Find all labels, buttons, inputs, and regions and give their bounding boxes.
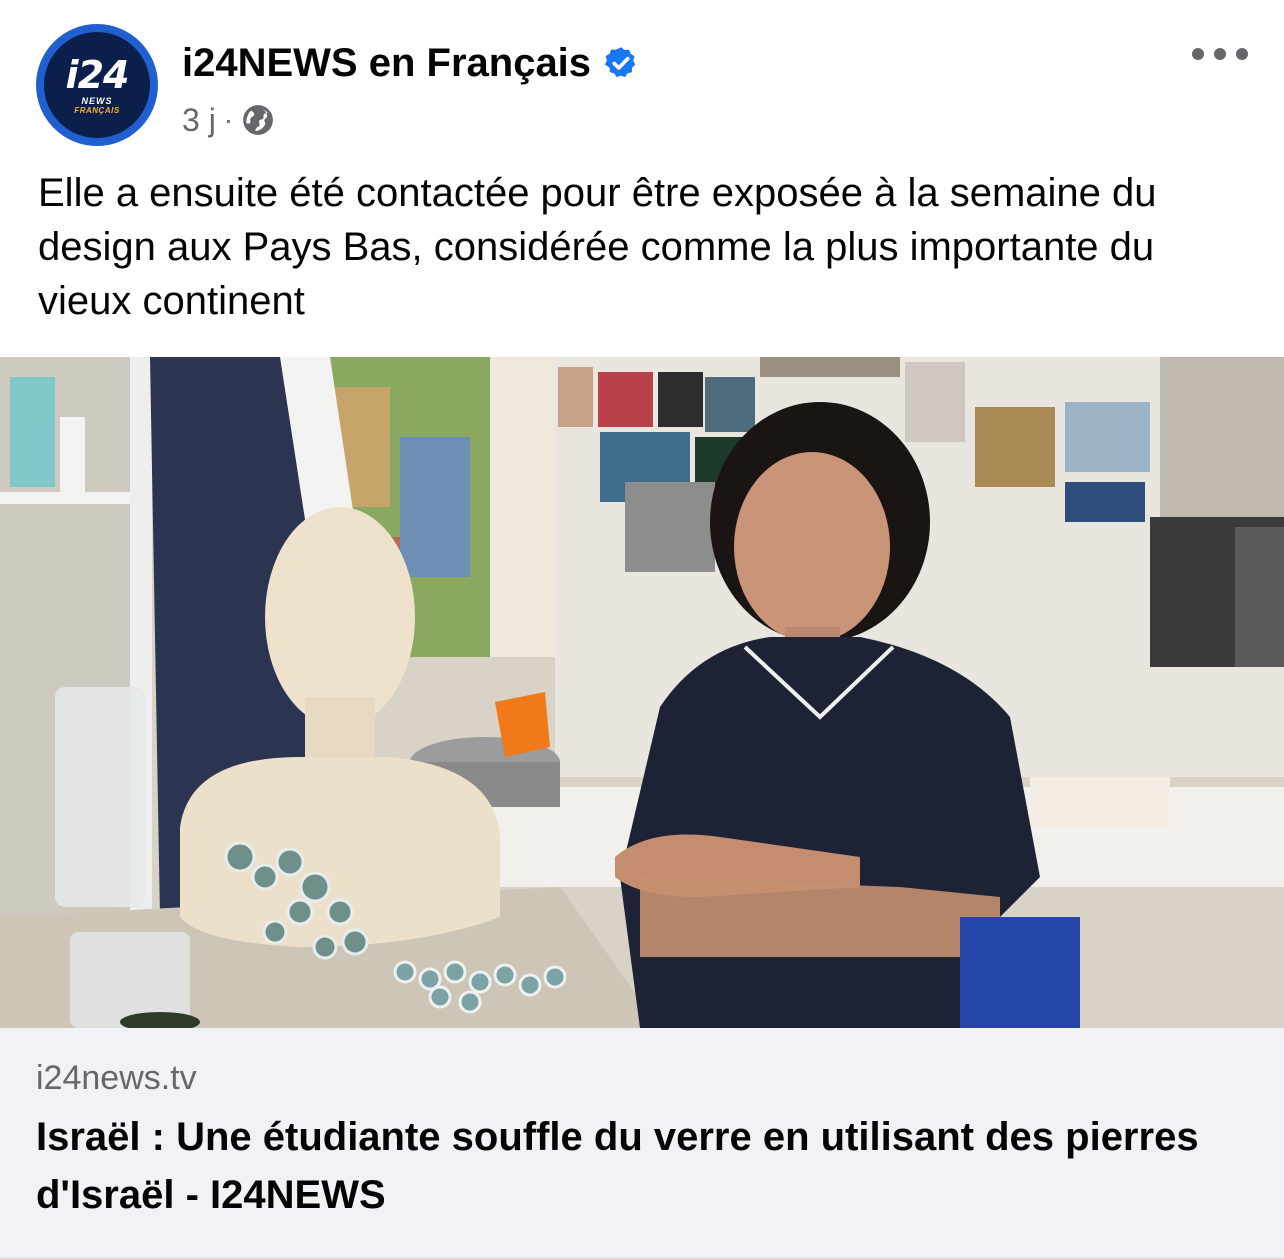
more-dot: [1214, 48, 1226, 60]
logo-main-text: i24: [65, 52, 130, 97]
page-name[interactable]: i24NEWS en Français: [182, 41, 591, 86]
page-avatar[interactable]: i24 NEWS FRANÇAIS: [36, 24, 158, 146]
more-dot: [1192, 48, 1204, 60]
more-options-icon[interactable]: [1192, 40, 1248, 68]
post-timestamp[interactable]: 3 j: [182, 102, 216, 139]
verified-badge-icon: [603, 45, 639, 81]
post-image[interactable]: [0, 357, 1284, 1028]
page-name-row: i24NEWS en Français: [182, 38, 639, 88]
link-title[interactable]: Israël : Une étudiante souffle du verre …: [36, 1108, 1236, 1224]
workshop-photo: [0, 357, 1284, 1028]
logo-sub-text: NEWS: [81, 95, 113, 106]
globe-icon[interactable]: [241, 103, 275, 137]
meta-separator: ·: [223, 104, 234, 135]
post-meta: 3 j ·: [182, 98, 275, 142]
logo-sub-text-2: FRANÇAIS: [74, 105, 120, 115]
link-domain: i24news.tv: [36, 1059, 197, 1097]
i24news-logo: i24 NEWS FRANÇAIS: [44, 32, 150, 138]
facebook-post: i24 NEWS FRANÇAIS i24NEWS en Français 3 …: [0, 0, 1284, 1259]
more-dot: [1236, 48, 1248, 60]
post-message: Elle a ensuite été contactée pour être e…: [38, 171, 1157, 323]
